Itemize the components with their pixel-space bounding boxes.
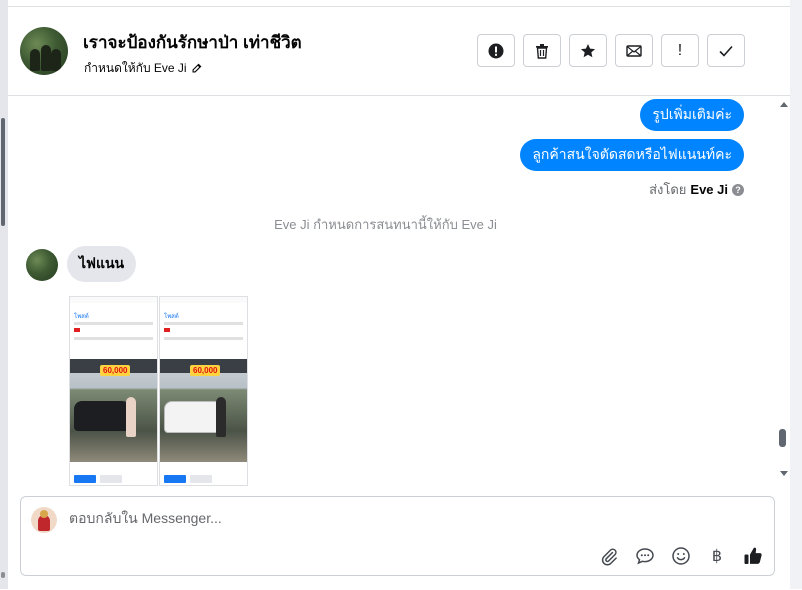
sent-by-name: Eve Ji: [690, 182, 728, 197]
thread-scrollbar[interactable]: [778, 96, 790, 492]
scroll-up-arrow-icon[interactable]: [780, 102, 788, 107]
delete-button[interactable]: [523, 34, 561, 67]
attach-button[interactable]: [598, 545, 620, 567]
car-photo: 60,000: [160, 359, 247, 462]
speech-bubble-icon: [636, 548, 654, 565]
price-badge: 60,000: [190, 365, 221, 376]
baht-icon: ฿: [711, 548, 723, 565]
assigned-to-label: กำหนดให้กับ Eve Ji: [84, 61, 187, 75]
conversation-header: เราจะป้องกันรักษาป่า เท่าชีวิต กำหนดให้ก…: [8, 7, 790, 96]
composer-tools: ฿: [598, 545, 764, 567]
star-icon: [580, 43, 596, 57]
message-thread[interactable]: รูปเพิ่มเติมค่ะ ลูกค้าสนใจตัดสดหรือไฟแนน…: [8, 96, 790, 492]
system-message: Eve Ji กำหนดการสนทนานี้ให้กับ Eve Ji: [274, 217, 497, 232]
user-avatar: [31, 507, 57, 533]
thumbs-up-icon: [744, 547, 762, 564]
star-button[interactable]: [569, 34, 607, 67]
like-button[interactable]: [742, 545, 764, 567]
follow-up-button[interactable]: !: [661, 34, 699, 67]
paperclip-icon: [601, 548, 617, 566]
trash-icon: [536, 43, 548, 59]
outgoing-message[interactable]: รูปเพิ่มเติมค่ะ: [640, 99, 744, 131]
saved-replies-button[interactable]: [634, 545, 656, 567]
left-scrollbar-marker: [1, 572, 5, 578]
left-scrollbar-thumb[interactable]: [1, 118, 5, 226]
help-icon[interactable]: ?: [732, 183, 744, 196]
exclamation-icon: !: [677, 41, 683, 59]
car-photo: 60,000: [70, 359, 157, 462]
conversation-actions: !: [477, 34, 745, 67]
sent-by-info: ส่งโดย Eve Ji ?: [649, 179, 744, 200]
sent-by-label: ส่งโดย: [649, 182, 687, 197]
right-page-edge: [790, 0, 802, 589]
mark-unread-button[interactable]: [615, 34, 653, 67]
assigned-to[interactable]: กำหนดให้กับ Eve Ji: [84, 59, 202, 78]
price-badge: 60,000: [100, 365, 131, 376]
reply-composer: ฿: [20, 496, 775, 576]
conversation-panel: เราจะป้องกันรักษาป่า เท่าชีวิต กำหนดให้ก…: [8, 6, 790, 590]
image-attachment[interactable]: โพสต์ 60,000: [69, 296, 158, 486]
check-icon: [719, 45, 733, 57]
image-attachment[interactable]: โพสต์ 60,000: [159, 296, 248, 486]
outgoing-message[interactable]: ลูกค้าสนใจตัดสดหรือไฟแนนท์คะ: [520, 139, 744, 171]
left-scroll-edge: [0, 0, 8, 589]
pencil-icon[interactable]: [191, 63, 202, 74]
emoji-button[interactable]: [670, 545, 692, 567]
thread-scrollbar-thumb[interactable]: [779, 429, 786, 447]
attachment-tab-label: โพสต์: [164, 314, 179, 320]
conversation-title: เราจะป้องกันรักษาป่า เท่าชีวิต: [83, 33, 302, 52]
scroll-down-arrow-icon[interactable]: [780, 471, 788, 476]
envelope-icon: [626, 44, 642, 57]
smiley-icon: [672, 547, 690, 565]
sender-avatar[interactable]: [26, 249, 58, 281]
reply-input[interactable]: [67, 509, 751, 527]
alert-circle-icon: [488, 43, 504, 58]
page-avatar[interactable]: [20, 27, 68, 75]
mark-done-button[interactable]: [707, 34, 745, 67]
payment-button[interactable]: ฿: [706, 545, 728, 567]
incoming-message[interactable]: ไฟแนน: [67, 246, 137, 282]
report-button[interactable]: [477, 34, 515, 67]
attachment-tab-label: โพสต์: [74, 314, 89, 320]
